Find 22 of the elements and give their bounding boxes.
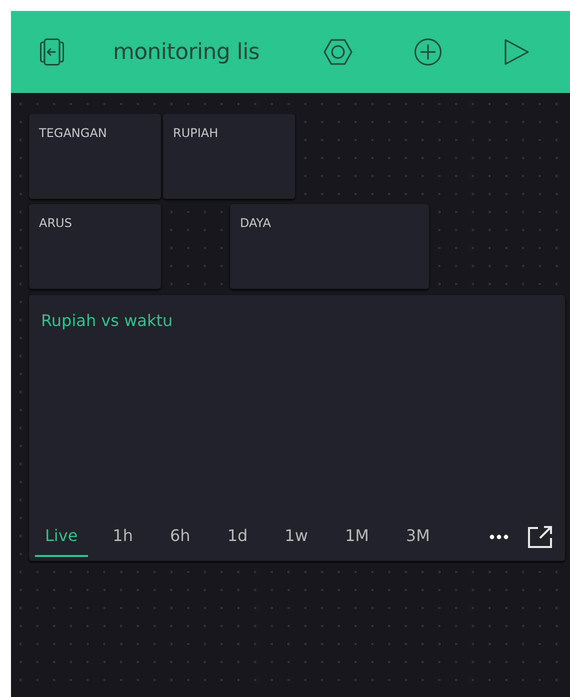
widget-label: ARUS — [39, 216, 72, 230]
time-range-tab[interactable]: 1d — [227, 518, 248, 556]
add-icon[interactable] — [413, 37, 443, 67]
widget-label: RUPIAH — [173, 126, 218, 140]
more-icon[interactable] — [488, 534, 509, 540]
time-range-tab[interactable]: 1w — [284, 518, 308, 556]
project-title: monitoring lis — [113, 40, 261, 64]
time-range-tab[interactable]: 6h — [170, 518, 190, 556]
widget-label: DAYA — [240, 216, 271, 230]
time-range-tab[interactable]: Live — [35, 518, 88, 556]
time-range-tab[interactable]: 1h — [112, 518, 133, 556]
time-range-tab[interactable]: 3M — [406, 518, 430, 556]
expand-icon[interactable] — [526, 525, 553, 549]
chart-title: Rupiah vs waktu — [41, 311, 173, 330]
value-widget[interactable]: TEGANGAN — [29, 114, 161, 199]
exit-icon[interactable] — [37, 37, 67, 67]
time-range-tab[interactable]: 1M — [344, 518, 369, 556]
value-widget[interactable]: ARUS — [29, 204, 161, 289]
value-widget[interactable]: DAYA — [230, 204, 429, 289]
value-widget[interactable]: RUPIAH — [163, 114, 295, 199]
settings-icon[interactable] — [323, 37, 353, 67]
widget-label: TEGANGAN — [39, 126, 107, 140]
